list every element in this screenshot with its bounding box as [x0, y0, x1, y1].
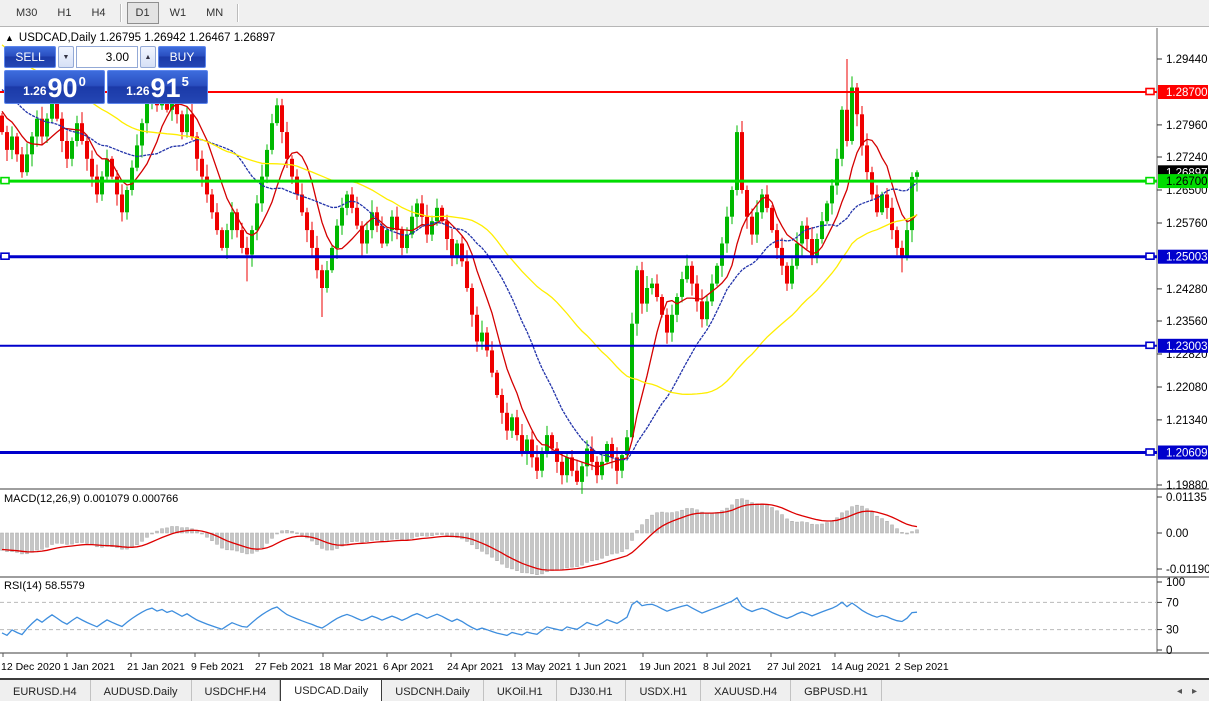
price-tick-label: 1.21340 [1166, 415, 1208, 427]
sell-button[interactable]: SELL [4, 46, 56, 68]
date-tick-label: 2 Sep 2021 [895, 661, 949, 673]
tab-scroll-arrows: ◂ ▸ [1177, 680, 1209, 701]
rsi-tick-label: 70 [1166, 597, 1179, 609]
chart-tab-ukoil-h1[interactable]: UKOil.H1 [484, 680, 557, 701]
chart-tab-audusd-daily[interactable]: AUDUSD.Daily [91, 680, 192, 701]
sell-price-button[interactable]: 1.26 90 0 [4, 70, 105, 104]
rsi-tick-label: 30 [1166, 625, 1179, 637]
date-tick-label: 27 Jul 2021 [767, 661, 821, 673]
date-tick-label: 9 Feb 2021 [191, 661, 244, 673]
buy-button[interactable]: BUY [158, 46, 206, 68]
symbol-marker-icon: ▲ [5, 33, 14, 43]
timeframe-button-h4[interactable]: H4 [82, 2, 114, 24]
buy-price-button[interactable]: 1.26 91 5 [107, 70, 208, 104]
lot-size-input[interactable]: 3.00 [76, 46, 138, 68]
price-tick-label: 1.27240 [1166, 152, 1208, 164]
timeframe-button-d1[interactable]: D1 [126, 2, 159, 24]
tab-scroll-right-icon[interactable]: ▸ [1192, 686, 1197, 697]
date-tick-label: 1 Jun 2021 [575, 661, 627, 673]
chart-tab-usdcad-daily[interactable]: USDCAD.Daily [280, 678, 383, 701]
chart-tab-xauusd-h4[interactable]: XAUUSD.H4 [701, 680, 792, 701]
date-tick-label: 13 May 2021 [511, 661, 572, 673]
price-tick-label: 1.24280 [1166, 284, 1208, 296]
chart-tab-eurusd-h4[interactable]: EURUSD.H4 [0, 680, 91, 701]
price-tick-label: 1.27960 [1166, 120, 1208, 132]
date-tick-label: 27 Feb 2021 [255, 661, 314, 673]
sell-price-prefix: 1.26 [23, 84, 47, 98]
date-tick-label: 18 Mar 2021 [319, 661, 378, 673]
chart-tab-usdx-h1[interactable]: USDX.H1 [626, 680, 702, 701]
sell-price-sup: 0 [78, 74, 86, 89]
macd-tick-label: 0.00 [1166, 528, 1188, 540]
price-badge: 1.28700 [1166, 87, 1208, 99]
toolbar-divider [119, 4, 122, 22]
tab-scroll-left-icon[interactable]: ◂ [1177, 686, 1182, 697]
price-tick-label: 1.22080 [1166, 382, 1208, 394]
chart-tab-dj30-h1[interactable]: DJ30.H1 [557, 680, 627, 701]
lot-decrease-button[interactable]: ▼ [58, 46, 74, 68]
chart-title: ▲ USDCAD,Daily 1.26795 1.26942 1.26467 1… [5, 32, 275, 44]
price-badge: 1.23003 [1166, 341, 1208, 353]
date-tick-label: 8 Jul 2021 [703, 661, 752, 673]
chart-tab-gbpusd-h1[interactable]: GBPUSD.H1 [791, 680, 882, 701]
timeframe-button-h1[interactable]: H1 [48, 2, 80, 24]
date-tick-label: 6 Apr 2021 [383, 661, 434, 673]
rsi-tick-label: 0 [1166, 645, 1172, 657]
chart-tab-usdcnh-daily[interactable]: USDCNH.Daily [382, 680, 484, 701]
date-tick-label: 24 Apr 2021 [447, 661, 504, 673]
macd-label: MACD(12,26,9) 0.001079 0.000766 [4, 493, 179, 505]
date-tick-label: 21 Jan 2021 [127, 661, 185, 673]
symbol-tabbar: EURUSD.H4 AUDUSD.Daily USDCHF.H4 USDCAD.Dai… [0, 678, 1209, 701]
rsi-label: RSI(14) 58.5579 [4, 580, 85, 592]
sell-price-big: 90 [47, 73, 78, 103]
date-tick-label: 19 Jun 2021 [639, 661, 697, 673]
chart-tab-usdchf-h4[interactable]: USDCHF.H4 [192, 680, 281, 701]
timeframe-button-m30[interactable]: M30 [7, 2, 46, 24]
macd-tick-label: -0.011904 [1166, 564, 1209, 576]
price-badge: 1.20609 [1166, 448, 1208, 460]
one-click-trade-panel: SELL ▼ 3.00 ▲ BUY 1.26 90 0 1.26 91 5 [4, 46, 210, 104]
mt4-window: { "colors":{"bull":"#00b800","bear":"#ee… [0, 0, 1209, 701]
price-badge: 1.26700 [1166, 176, 1208, 188]
date-tick-label: 1 Jan 2021 [63, 661, 115, 673]
chart-title-text: USDCAD,Daily 1.26795 1.26942 1.26467 1.2… [18, 32, 276, 44]
buy-price-prefix: 1.26 [126, 84, 150, 98]
toolbar-divider [237, 4, 240, 22]
buy-price-sup: 5 [181, 74, 189, 89]
chart-canvas[interactable]: 1.29440 1.27960 1.27240 1.26 5 0 0 1.25760 1.242… [0, 28, 1209, 678]
buy-price-big: 91 [150, 73, 181, 103]
lot-increase-button[interactable]: ▲ [140, 46, 156, 68]
date-tick-label: 14 Aug 2021 [831, 661, 890, 673]
date-tick-label: 12 Dec 2020 [1, 661, 61, 673]
rsi-tick-label: 100 [1166, 577, 1185, 589]
price-badge: 1.25003 [1166, 252, 1208, 264]
price-tick-label: 1.23560 [1166, 316, 1208, 328]
timeframe-button-w1[interactable]: W1 [161, 2, 196, 24]
macd-tick-label: 0.01135 [1166, 492, 1207, 504]
timeframe-toolbar: M30 H1 H4 D1 W1 MN [0, 0, 1209, 27]
price-tick-label: 1.25760 [1166, 218, 1208, 230]
timeframe-button-mn[interactable]: MN [197, 2, 232, 24]
price-tick-label: 1.29440 [1166, 54, 1208, 66]
price-tick-label: 1.19880 [1166, 480, 1208, 492]
